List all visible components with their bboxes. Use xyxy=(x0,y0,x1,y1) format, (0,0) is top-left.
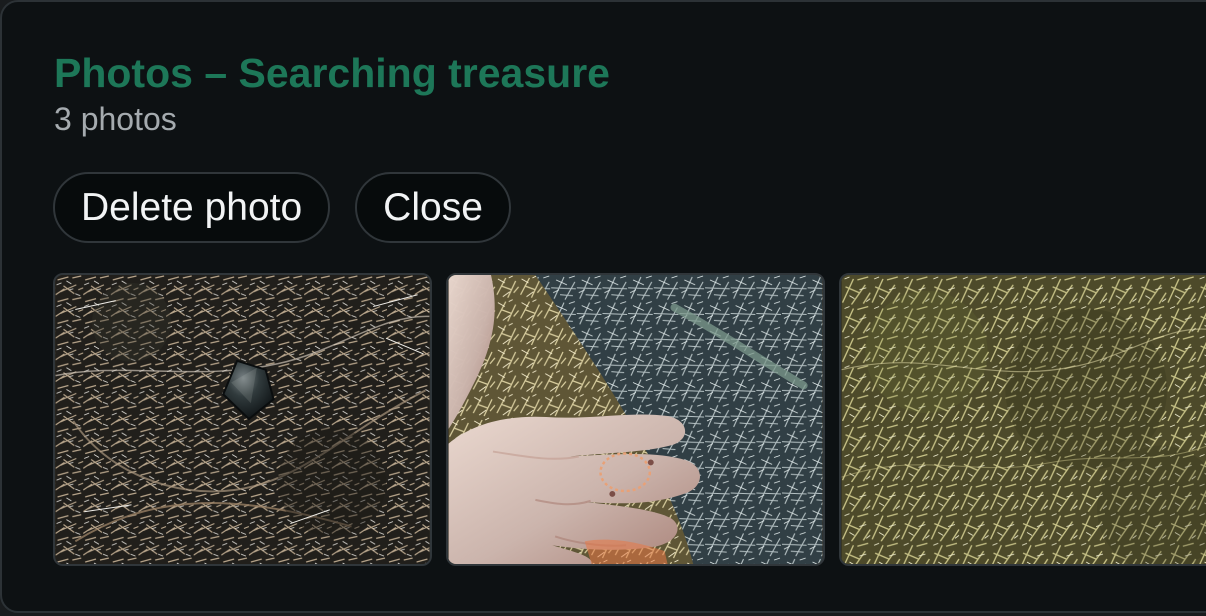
photo-dialog: Photos – Searching treasure 3 photos Del… xyxy=(0,0,1206,613)
dialog-actions: Delete photo Close xyxy=(53,172,511,243)
dialog-header: Photos – Searching treasure 3 photos xyxy=(54,48,610,138)
dialog-title: Photos – Searching treasure xyxy=(54,50,610,96)
grass-field-image xyxy=(841,275,1206,564)
photo-strip[interactable] xyxy=(53,273,1206,566)
photo-count: 3 photos xyxy=(54,101,177,137)
hand-ring-image xyxy=(448,275,823,564)
delete-photo-button[interactable]: Delete photo xyxy=(53,172,331,243)
photo-thumbnail-grass[interactable] xyxy=(839,273,1206,566)
photo-thumbnail-ring[interactable] xyxy=(446,273,825,566)
ground-rock-image xyxy=(55,275,430,564)
photo-thumbnail-rock[interactable] xyxy=(53,273,432,566)
close-button[interactable]: Close xyxy=(355,172,511,243)
